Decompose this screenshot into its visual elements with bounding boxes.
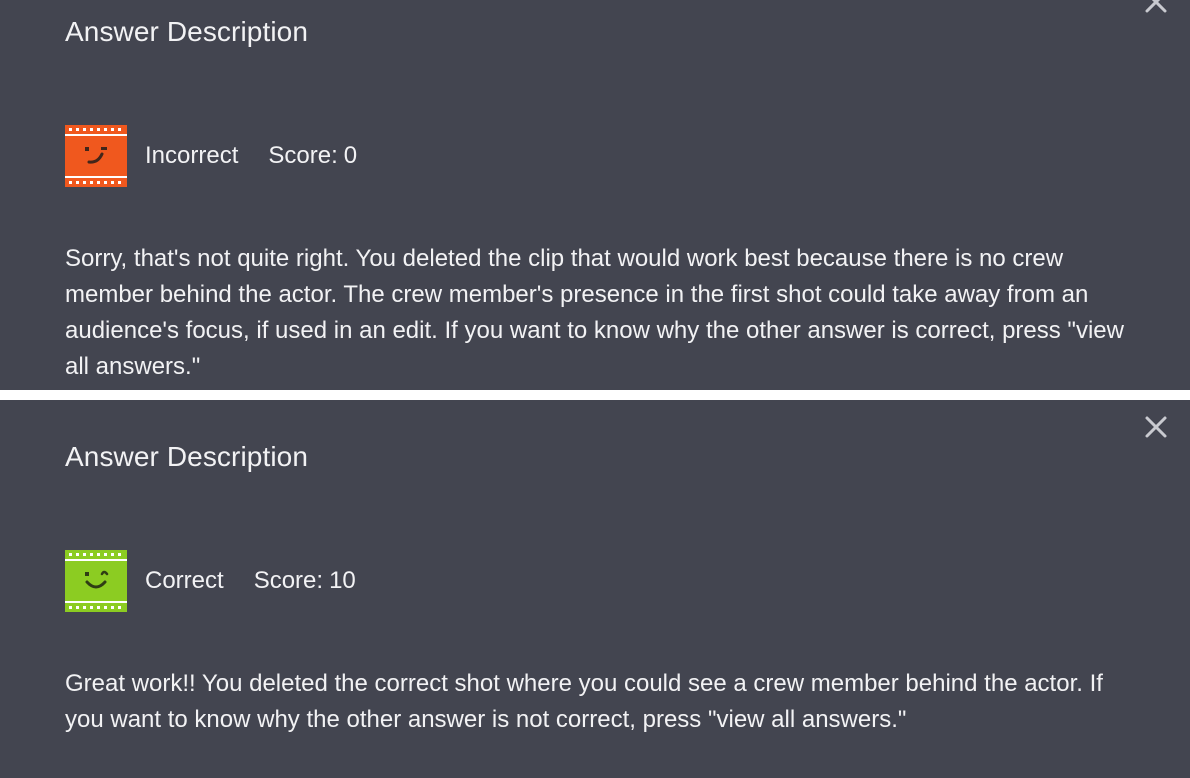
film-frown-icon (65, 125, 127, 187)
film-smile-icon (65, 550, 127, 612)
answer-description-panel-correct: Answer Description Correct Score: 10 Gre… (0, 400, 1190, 778)
result-status: Correct (145, 567, 224, 594)
answer-description-panel-incorrect: Answer Description Incorrect Score: 0 So… (0, 0, 1190, 390)
score-display: Score: 0 (268, 142, 357, 170)
result-status: Incorrect (145, 142, 239, 169)
close-icon[interactable] (1142, 0, 1170, 16)
panel-title: Answer Description (65, 441, 308, 472)
panel-title: Answer Description (65, 16, 308, 47)
score-display: Score: 10 (254, 567, 356, 595)
score-value: 0 (343, 142, 358, 169)
answer-description-text: Sorry, that's not quite right. You delet… (65, 245, 1124, 380)
close-icon[interactable] (1142, 413, 1170, 441)
score-value: 10 (329, 567, 356, 594)
score-label: Score: (253, 567, 324, 594)
result-row: Incorrect Score: 0 (65, 125, 357, 187)
answer-description-text: Great work!! You deleted the correct sho… (65, 670, 1103, 733)
result-row: Correct Score: 10 (65, 550, 356, 612)
score-label: Score: (268, 142, 338, 169)
